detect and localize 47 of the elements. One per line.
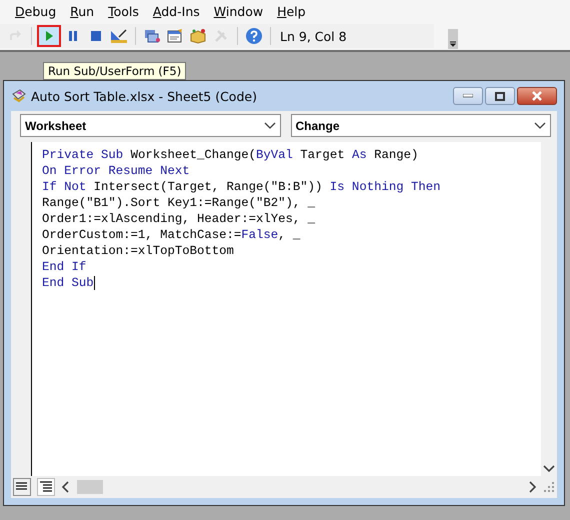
- restore-icon: [495, 92, 505, 100]
- menu-item[interactable]: Debug: [8, 4, 64, 18]
- code-line: Private Sub Worksheet_Change(ByVal Target As Range): [42, 147, 420, 163]
- tooltip: Run Sub/UserForm (F5): [43, 62, 186, 80]
- help-button[interactable]: [243, 25, 265, 47]
- code-line: OrderCustom:=1, MatchCase:=False, _: [42, 227, 302, 243]
- properties-icon: [166, 28, 184, 44]
- window-title: Auto Sort Table.xlsx - Sheet5 (Code): [31, 88, 257, 104]
- chevron-down-icon: [264, 122, 276, 130]
- help-icon: [245, 27, 263, 45]
- menu-item[interactable]: Run: [63, 4, 102, 18]
- procedure-view-button[interactable]: [13, 478, 31, 496]
- minimize-button[interactable]: [453, 87, 483, 105]
- ruler-icon: [110, 28, 128, 44]
- module-view-button[interactable]: [37, 478, 55, 496]
- code-line: Order1:=xlAscending, Header:=xlYes, _: [42, 211, 316, 227]
- tools-icon: [213, 28, 229, 44]
- menu-item[interactable]: Add-Ins: [146, 4, 207, 18]
- resize-grip-icon[interactable]: [543, 481, 555, 493]
- chevron-down-icon: [534, 122, 546, 130]
- scroll-thumb[interactable]: [77, 480, 103, 494]
- module-icon: [11, 88, 27, 104]
- restore-button[interactable]: [485, 87, 515, 105]
- menu-item[interactable]: Tools: [101, 4, 146, 18]
- code-line: If Not Intersect(Target, Range("B:B")) Is Nothing Then: [42, 179, 442, 195]
- code-line: End Sub: [42, 275, 96, 291]
- menu-item[interactable]: Window: [206, 4, 270, 18]
- code-line: On Error Resume Next: [42, 163, 191, 179]
- full-lines-icon: [39, 481, 53, 493]
- code-line: End If: [42, 259, 88, 275]
- code-line: Orientation:=xlTopToBottom: [42, 243, 235, 259]
- scroll-left-icon[interactable]: [61, 481, 71, 493]
- menu-item[interactable]: Help: [270, 4, 313, 18]
- stop-icon: [88, 28, 104, 44]
- minimize-icon: [463, 94, 473, 98]
- cursor-position: Ln 9, Col 8: [279, 28, 347, 44]
- box-icon: [189, 28, 207, 44]
- close-icon: [531, 91, 543, 101]
- toolbar-options-icon[interactable]: [448, 29, 458, 49]
- code-line: Range("B1").Sort Key1:=Range("B2"), _: [42, 195, 316, 211]
- procedure-dropdown[interactable]: Change: [290, 114, 551, 137]
- scroll-down-icon[interactable]: [543, 465, 555, 473]
- scroll-right-icon[interactable]: [527, 481, 537, 493]
- run-button[interactable]: [37, 25, 61, 47]
- project-icon: [143, 28, 161, 44]
- close-button[interactable]: [517, 87, 557, 105]
- object-dropdown[interactable]: Worksheet: [20, 114, 280, 137]
